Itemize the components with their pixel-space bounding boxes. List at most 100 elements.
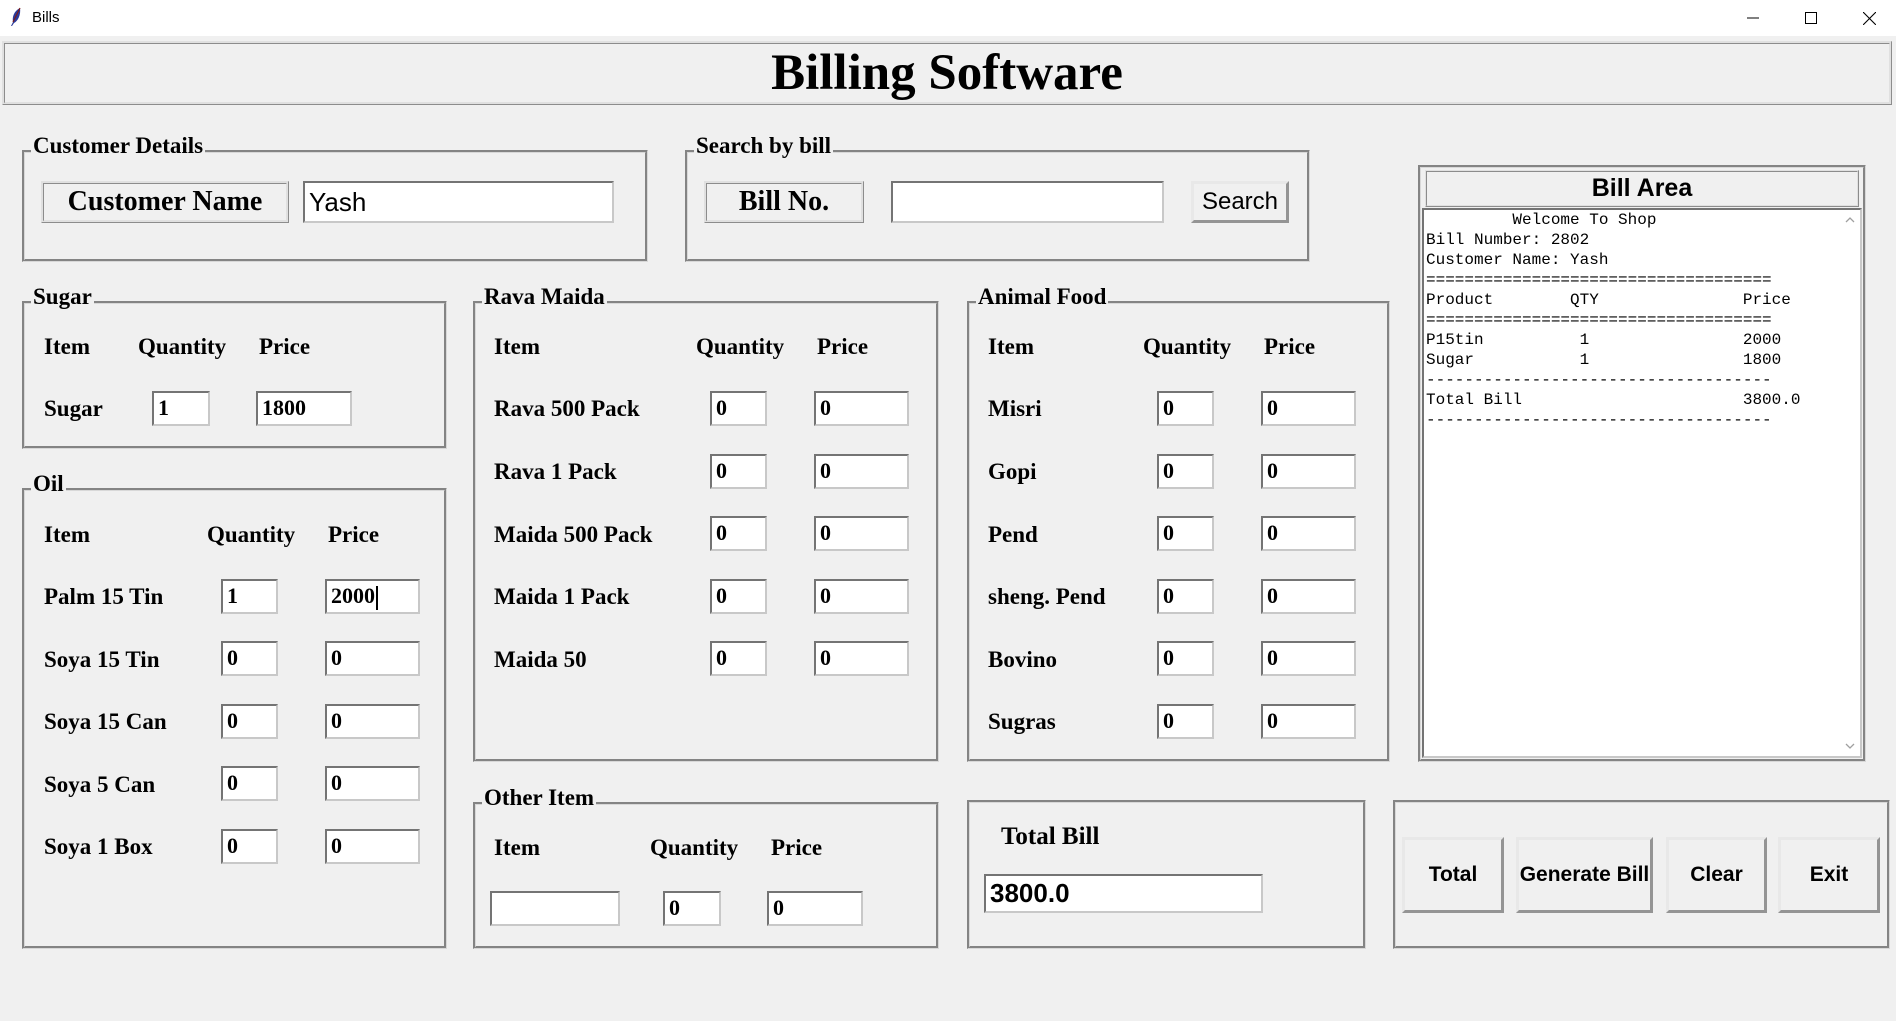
oil-item-header: Item [44, 522, 90, 547]
scroll-down-icon[interactable] [1844, 740, 1856, 752]
animal-item-header: Item [988, 334, 1034, 359]
window-title: Bills [32, 9, 60, 26]
text-cursor [376, 585, 378, 610]
sugar-qty-input[interactable]: 1 [152, 391, 210, 426]
sugar-title: Sugar [31, 284, 94, 310]
oil-item-label: Soya 15 Tin [44, 647, 160, 672]
oil-price-header: Price [328, 522, 380, 547]
bill-line: P15tin 1 2000 [1426, 331, 1782, 349]
total-button[interactable]: Total [1402, 837, 1504, 913]
rava-qty-header: Quantity [696, 334, 785, 359]
other-qty-input[interactable]: 0 [663, 891, 721, 926]
animal-qty-input[interactable]: 0 [1157, 704, 1214, 739]
customer-name-label: Customer Name [41, 181, 289, 223]
bill-line: Product QTY Price [1426, 291, 1791, 309]
oil-price-input[interactable]: 0 [325, 766, 420, 801]
window-titlebar: Bills [0, 0, 1896, 36]
rava-item-label: Rava 500 Pack [494, 396, 640, 421]
scroll-up-icon[interactable] [1844, 214, 1856, 226]
search-bill-title: Search by bill [694, 133, 834, 159]
rava-item-label: Maida 500 Pack [494, 522, 653, 547]
rava-price-input[interactable]: 0 [814, 391, 909, 426]
oil-qty-input[interactable]: 0 [221, 766, 278, 801]
minimize-button[interactable] [1724, 0, 1782, 36]
animal-price-input[interactable]: 0 [1261, 641, 1356, 676]
exit-button[interactable]: Exit [1778, 837, 1880, 913]
customer-details-title: Customer Details [31, 133, 206, 159]
rava-item-label: Maida 1 Pack [494, 584, 630, 609]
bill-no-label: Bill No. [704, 181, 864, 223]
oil-qty-input[interactable]: 0 [221, 704, 278, 739]
sugar-qty-header: Quantity [138, 334, 227, 359]
animal-qty-input[interactable]: 0 [1157, 579, 1214, 614]
sugar-item-label: Sugar [44, 396, 103, 421]
oil-price-input[interactable]: 0 [325, 704, 420, 739]
rava-price-input[interactable]: 0 [814, 516, 909, 551]
animal-item-label: Gopi [988, 459, 1037, 484]
animal-item-label: Pend [988, 522, 1038, 547]
rava-qty-input[interactable]: 0 [710, 579, 767, 614]
close-icon [1862, 11, 1876, 25]
bill-line: ------------------------------------ [1426, 371, 1772, 389]
generate-bill-button[interactable]: Generate Bill [1516, 837, 1653, 913]
bill-area-title: Bill Area [1425, 170, 1859, 207]
customer-name-input[interactable]: Yash [303, 181, 614, 223]
animal-price-input[interactable]: 0 [1261, 704, 1356, 739]
animal-qty-input[interactable]: 0 [1157, 391, 1214, 426]
oil-qty-input[interactable]: 0 [221, 829, 278, 864]
other-item-input[interactable] [490, 891, 620, 926]
other-item-title: Other Item [482, 785, 597, 811]
other-price-header: Price [771, 835, 823, 860]
bill-no-input[interactable] [891, 181, 1164, 223]
oil-price-input[interactable]: 2000 [325, 579, 420, 614]
animal-qty-input[interactable]: 0 [1157, 641, 1214, 676]
other-qty-header: Quantity [650, 835, 739, 860]
oil-item-label: Soya 5 Can [44, 772, 156, 797]
clear-button[interactable]: Clear [1666, 837, 1767, 913]
oil-qty-input[interactable]: 1 [221, 579, 278, 614]
rava-qty-input[interactable]: 0 [710, 641, 767, 676]
rava-price-input[interactable]: 0 [814, 579, 909, 614]
bill-line: ==================================== [1426, 311, 1772, 329]
oil-item-label: Soya 1 Box [44, 834, 153, 859]
other-price-input[interactable]: 0 [767, 891, 863, 926]
bill-line: Total Bill 3800.0 [1426, 391, 1801, 409]
oil-price-value: 2000 [331, 583, 375, 608]
animal-item-label: Bovino [988, 647, 1058, 672]
maximize-button[interactable] [1782, 0, 1840, 36]
search-button[interactable]: Search [1191, 181, 1289, 223]
animal-qty-input[interactable]: 0 [1157, 516, 1214, 551]
close-button[interactable] [1840, 0, 1896, 36]
rava-qty-input[interactable]: 0 [710, 516, 767, 551]
oil-price-input[interactable]: 0 [325, 641, 420, 676]
rava-price-input[interactable]: 0 [814, 454, 909, 489]
bill-line: Sugar 1 1800 [1426, 351, 1782, 369]
animal-qty-input[interactable]: 0 [1157, 454, 1214, 489]
bill-line: Welcome To Shop [1426, 211, 1657, 229]
other-item-header: Item [494, 835, 540, 860]
rava-item-header: Item [494, 334, 540, 359]
animal-price-header: Price [1264, 334, 1316, 359]
animal-price-input[interactable]: 0 [1261, 579, 1356, 614]
oil-price-input[interactable]: 0 [325, 829, 420, 864]
rava-maida-title: Rava Maida [482, 284, 607, 310]
animal-price-input[interactable]: 0 [1261, 391, 1356, 426]
animal-item-label: Misri [988, 396, 1042, 421]
sugar-price-input[interactable]: 1800 [256, 391, 352, 426]
animal-qty-header: Quantity [1143, 334, 1232, 359]
bill-line: Bill Number: 2802 [1426, 231, 1590, 249]
other-item-frame: Other Item [473, 785, 939, 949]
bill-textarea[interactable]: Welcome To Shop Bill Number: 2802 Customer… [1422, 208, 1862, 758]
rava-qty-input[interactable]: 0 [710, 391, 767, 426]
total-bill-output: 3800.0 [984, 874, 1263, 913]
oil-item-label: Soya 15 Can [44, 709, 167, 734]
maximize-icon [1805, 12, 1817, 24]
animal-item-label: Sugras [988, 709, 1056, 734]
rava-qty-input[interactable]: 0 [710, 454, 767, 489]
rava-price-input[interactable]: 0 [814, 641, 909, 676]
animal-price-input[interactable]: 0 [1261, 516, 1356, 551]
rava-item-label: Rava 1 Pack [494, 459, 617, 484]
oil-qty-input[interactable]: 0 [221, 641, 278, 676]
rava-price-header: Price [817, 334, 869, 359]
animal-price-input[interactable]: 0 [1261, 454, 1356, 489]
